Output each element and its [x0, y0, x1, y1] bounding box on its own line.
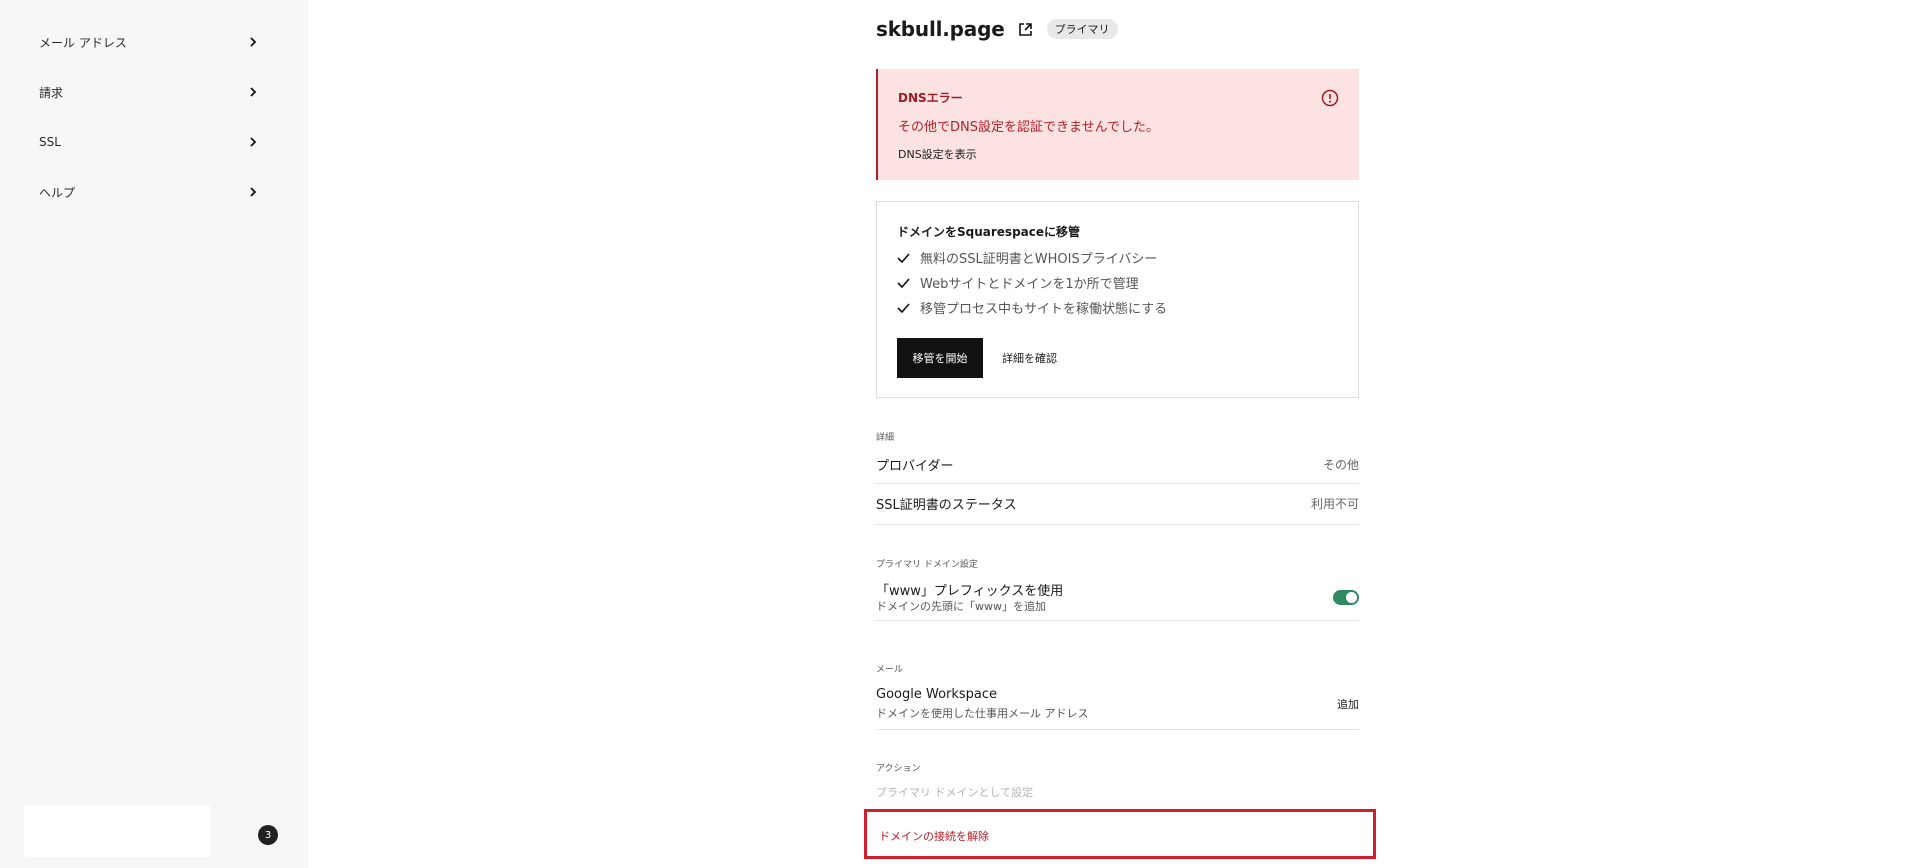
actions-section-label: アクション [876, 764, 921, 774]
view-dns-settings-link[interactable]: DNS設定を表示 [898, 146, 977, 162]
benefit-item: 無料のSSL証明書とWHOISプライバシー [897, 248, 1157, 267]
learn-more-link[interactable]: 詳細を確認 [1002, 350, 1057, 366]
set-primary-domain-action: プライマリ ドメインとして設定 [876, 786, 1034, 799]
page-title: skbull.page [876, 17, 1005, 41]
google-workspace-label: Google Workspace [876, 687, 998, 702]
alert-message: その他でDNS設定を認証できませんでした。 [898, 120, 1159, 135]
transfer-title: ドメインをSquarespaceに移管 [897, 225, 1081, 239]
external-link-icon[interactable] [1018, 21, 1034, 37]
sidebar-item-billing[interactable]: 請求 [39, 77, 261, 107]
sidebar-item-label: ヘルプ [39, 185, 76, 200]
google-workspace-description: ドメインを使用した仕事用メール アドレス [876, 707, 1089, 720]
sidebar-item-label: メール アドレス [39, 35, 127, 50]
transfer-promo-card: ドメインをSquarespaceに移管 無料のSSL証明書とWHOISプライバシ… [876, 201, 1359, 398]
checkmark-icon [897, 301, 911, 315]
sidebar-item-label: SSL [39, 135, 61, 149]
benefit-text: 移管プロセス中もサイトを稼働状態にする [920, 302, 1168, 317]
www-prefix-row: 「www」プレフィックスを使用 ドメインの先頭に「www」を追加 [876, 574, 1359, 621]
chevron-right-icon [245, 84, 261, 100]
chevron-right-icon [245, 34, 261, 50]
sidebar-item-help[interactable]: ヘルプ [39, 177, 261, 207]
start-transfer-button[interactable]: 移管を開始 [897, 338, 983, 378]
provider-row: プロバイダー その他 [876, 446, 1359, 484]
alert-circle-icon [1321, 89, 1339, 107]
sidebar: メール アドレス 請求 SSL ヘルプ 3 [0, 0, 308, 868]
sidebar-item-email[interactable]: メール アドレス [39, 27, 261, 57]
google-workspace-row: Google Workspace ドメインを使用した仕事用メール アドレス 追加 [876, 681, 1359, 730]
benefit-item: 移管プロセス中もサイトを稼働状態にする [897, 298, 1167, 317]
details-section-label: 詳細 [876, 433, 895, 443]
sidebar-footer-panel[interactable] [24, 806, 211, 857]
notification-badge[interactable]: 3 [258, 825, 278, 845]
ssl-status-row: SSL証明書のステータス 利用不可 [876, 484, 1359, 525]
checkmark-icon [897, 251, 911, 265]
benefit-text: Webサイトとドメインを1か所で管理 [920, 277, 1139, 292]
provider-value: その他 [1322, 458, 1359, 472]
www-prefix-label: 「www」プレフィックスを使用 [876, 584, 1064, 599]
alert-title: DNSエラー [898, 91, 963, 105]
mail-section-label: メール [876, 665, 904, 675]
sidebar-item-ssl[interactable]: SSL [39, 127, 261, 157]
page-header: skbull.page プライマリ [876, 16, 1118, 42]
chevron-right-icon [245, 184, 261, 200]
add-google-workspace-button[interactable]: 追加 [1337, 696, 1359, 712]
primary-badge: プライマリ [1046, 19, 1118, 39]
benefit-text: 無料のSSL証明書とWHOISプライバシー [920, 252, 1158, 267]
ssl-status-label: SSL証明書のステータス [876, 498, 1017, 513]
www-prefix-description: ドメインの先頭に「www」を追加 [876, 600, 1046, 613]
disconnect-domain-link[interactable]: ドメインの接続を解除 [879, 828, 989, 844]
toggle-knob [1346, 592, 1357, 603]
sidebar-item-label: 請求 [39, 85, 64, 100]
benefit-item: Webサイトとドメインを1か所で管理 [897, 273, 1139, 292]
provider-label: プロバイダー [876, 459, 954, 474]
ssl-status-value: 利用不可 [1310, 497, 1359, 511]
dns-error-alert: DNSエラー その他でDNS設定を認証できませんでした。 DNS設定を表示 [876, 69, 1359, 180]
disconnect-highlight-box: ドメインの接続を解除 [864, 809, 1376, 859]
www-prefix-toggle[interactable] [1333, 590, 1359, 605]
primary-settings-section-label: プライマリ ドメイン設定 [876, 560, 978, 570]
chevron-right-icon [245, 134, 261, 150]
checkmark-icon [897, 276, 911, 290]
